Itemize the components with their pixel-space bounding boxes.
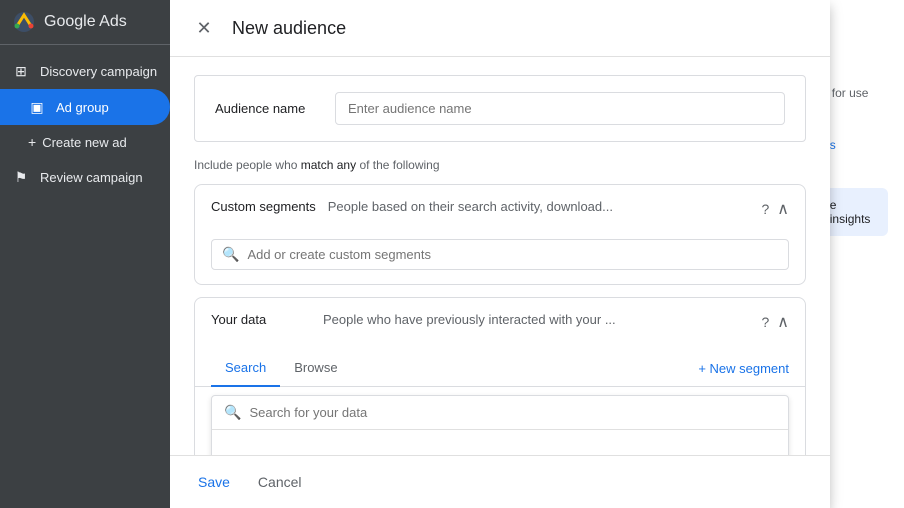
- close-icon: ✕: [196, 18, 211, 39]
- sidebar-item-review-campaign[interactable]: ⚑ Review campaign: [0, 159, 170, 195]
- main-area: ✕ New audience Audience name Include peo…: [170, 0, 904, 508]
- sidebar-item-label: Review campaign: [40, 170, 143, 185]
- cancel-button[interactable]: Cancel: [250, 468, 310, 496]
- plus-icon: +: [28, 134, 36, 150]
- custom-segments-header: Custom segments People based on their se…: [195, 185, 805, 233]
- grid-icon: ⊞: [12, 62, 30, 80]
- custom-segments-card: Custom segments People based on their se…: [194, 184, 806, 285]
- chevron-up-icon-your-data[interactable]: ∧: [777, 312, 789, 332]
- modal-body: Audience name Include people who match a…: [170, 57, 830, 455]
- new-audience-modal: ✕ New audience Audience name Include peo…: [170, 0, 830, 508]
- audience-name-section: Audience name: [194, 75, 806, 142]
- your-data-card: Your data People who have previously int…: [194, 297, 806, 455]
- sidebar-item-create-new-ad[interactable]: + Create new ad: [0, 125, 170, 159]
- your-data-header: Your data People who have previously int…: [195, 298, 805, 346]
- sidebar-item-label: Discovery campaign: [40, 64, 157, 79]
- modal-footer: Save Cancel: [170, 455, 830, 508]
- modal-title: New audience: [232, 18, 346, 39]
- your-data-label: Your data: [211, 312, 311, 327]
- your-data-dropdown: 🔍: [211, 395, 789, 455]
- your-data-search-input[interactable]: [249, 405, 776, 420]
- help-icon[interactable]: ?: [761, 201, 769, 217]
- sidebar-item-discovery-campaign[interactable]: ⊞ Discovery campaign: [0, 53, 170, 89]
- save-button[interactable]: Save: [190, 468, 238, 496]
- sidebar-item-ad-group[interactable]: ▣ Ad group: [0, 89, 170, 125]
- your-data-tabs: Search Browse + New segment: [195, 346, 805, 387]
- custom-segments-search-box: 🔍: [211, 239, 789, 270]
- modal-close-button[interactable]: ✕: [190, 14, 218, 42]
- modal-header: ✕ New audience: [170, 0, 830, 57]
- audience-name-input[interactable]: [335, 92, 785, 125]
- new-segment-button[interactable]: + New segment: [698, 351, 789, 386]
- empty-state-illustration: [474, 450, 526, 455]
- custom-segments-search-input[interactable]: [247, 247, 778, 262]
- your-data-search-row: 🔍: [212, 396, 788, 430]
- custom-segments-search-row: 🔍: [195, 233, 805, 284]
- help-icon-your-data[interactable]: ?: [761, 314, 769, 330]
- your-data-actions: ? ∧: [761, 312, 789, 332]
- google-ads-logo-icon: [12, 10, 36, 34]
- your-data-empty-state: Start by searching above, or browse your…: [212, 430, 788, 455]
- tab-browse[interactable]: Browse: [280, 350, 351, 387]
- include-description: Include people who match any of the foll…: [194, 158, 806, 172]
- sidebar-item-label: Create new ad: [42, 135, 127, 150]
- group-icon: ▣: [28, 98, 46, 116]
- sidebar-item-label: Ad group: [56, 100, 109, 115]
- tab-search[interactable]: Search: [211, 350, 280, 387]
- your-data-desc: People who have previously interacted wi…: [323, 312, 749, 327]
- audience-name-label: Audience name: [215, 101, 315, 116]
- sidebar-nav: ⊞ Discovery campaign ▣ Ad group + Create…: [0, 45, 170, 508]
- custom-segments-desc: People based on their search activity, d…: [328, 199, 750, 214]
- custom-segments-label: Custom segments: [211, 199, 316, 214]
- sidebar: Google Ads ⊞ Discovery campaign ▣ Ad gro…: [0, 0, 170, 508]
- sidebar-header: Google Ads: [0, 0, 170, 45]
- chevron-up-icon[interactable]: ∧: [777, 199, 789, 219]
- app-name-label: Google Ads: [44, 13, 127, 31]
- flag-icon: ⚑: [12, 168, 30, 186]
- custom-segments-actions: ? ∧: [761, 199, 789, 219]
- search-icon-your-data: 🔍: [224, 404, 241, 421]
- search-icon: 🔍: [222, 246, 239, 263]
